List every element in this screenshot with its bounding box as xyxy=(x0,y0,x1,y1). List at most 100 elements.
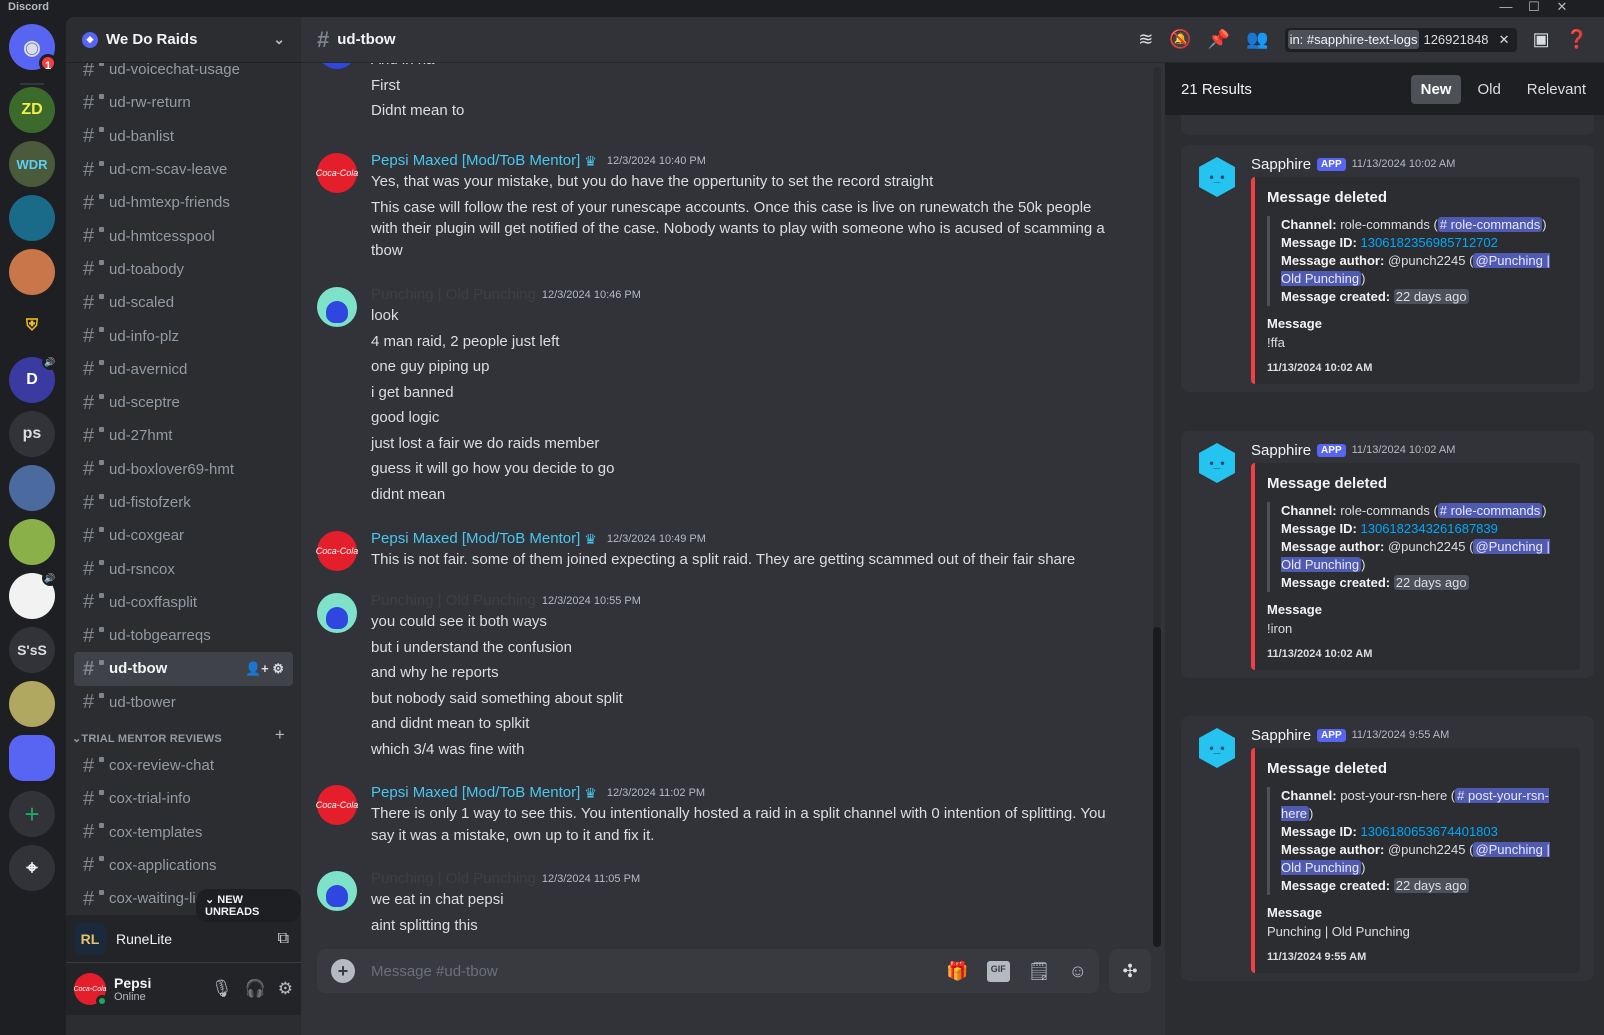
sapphire-bot-avatar[interactable]: •_• xyxy=(1199,157,1235,197)
channel-settings-gear-icon[interactable]: ⚙ xyxy=(272,661,284,676)
channel-item-ud-scaled[interactable]: # ud-scaled xyxy=(74,286,293,319)
attach-plus-icon[interactable]: + xyxy=(331,959,355,983)
server-trollface[interactable]: 🔊 xyxy=(9,570,58,619)
channel-item-ud-avernicd[interactable]: # ud-avernicd xyxy=(74,353,293,386)
sapphire-bot-avatar[interactable]: •_• xyxy=(1199,728,1235,768)
member-list-icon[interactable]: 👥 xyxy=(1246,29,1268,50)
channel-item-ud-rsncox[interactable]: # ud-rsncox xyxy=(74,552,293,585)
guild-header[interactable]: ◆ We Do Raids ⌄ xyxy=(66,17,301,63)
server-bird[interactable] xyxy=(9,249,55,295)
category-trial-mentor-reviews[interactable]: ⌄ TRIAL MENTOR REVIEWS + xyxy=(66,719,301,749)
user-settings-gear-icon[interactable]: ⚙ xyxy=(278,979,293,999)
channel-item-ud-sceptre[interactable]: # ud-sceptre xyxy=(74,386,293,419)
sticker-icon[interactable]: 🗒 xyxy=(1028,961,1051,982)
author-name[interactable]: Punching | Old Punching xyxy=(371,285,536,305)
close-window-button[interactable]: ✕ xyxy=(1548,0,1576,17)
clear-search-icon[interactable]: ✕ xyxy=(1499,32,1510,48)
maximize-button[interactable]: ☐ xyxy=(1520,0,1548,17)
channel-item-ud-hmtcesspool[interactable]: # ud-hmtcesspool xyxy=(74,219,293,252)
channel-item-ud-toabody[interactable]: # ud-toabody xyxy=(74,253,293,286)
channel-item-ud-hmtexp-friends[interactable]: # ud-hmtexp-friends xyxy=(74,186,293,219)
headphones-icon[interactable]: 🎧 xyxy=(245,979,266,999)
server-cat[interactable] xyxy=(9,465,55,511)
server-wdr[interactable]: WDR xyxy=(9,141,55,187)
channel-item-ud-coxgear[interactable]: # ud-coxgear xyxy=(74,519,293,552)
channel-item-ud-boxlover69-hmt[interactable]: # ud-boxlover69-hmt xyxy=(74,453,293,486)
channel-item-cox-templates[interactable]: # cox-templates xyxy=(74,816,293,849)
search-query[interactable]: 126921848 xyxy=(1423,32,1493,47)
author-name[interactable]: Pepsi Maxed [Mod/ToB Mentor] xyxy=(371,783,580,803)
channel-item-ud-tobgearreqs[interactable]: # ud-tobgearreqs xyxy=(74,619,293,652)
message-input[interactable] xyxy=(371,962,947,980)
gift-icon[interactable]: 🎁 xyxy=(946,961,968,982)
server-spartan[interactable]: ⛨ xyxy=(9,303,55,349)
channel-item-ud-banlist[interactable]: # ud-banlist xyxy=(74,120,293,153)
search-result[interactable]: •_• Sapphire APP 11/13/2024 10:02 AM Message… xyxy=(1181,431,1594,678)
search-result[interactable]: •_• Sapphire APP 11/13/2024 9:55 AM Message … xyxy=(1181,716,1594,981)
channel-item-cox-review-chat[interactable]: # cox-review-chat xyxy=(74,749,293,782)
author-avatar[interactable]: Coca‑Cola xyxy=(316,531,358,571)
gif-button[interactable]: GIF xyxy=(986,960,1010,982)
bot-name[interactable]: Sapphire xyxy=(1251,156,1311,173)
sort-tab-relevant[interactable]: Relevant xyxy=(1517,75,1596,104)
help-icon[interactable]: ❓ xyxy=(1566,29,1588,50)
message-id-link[interactable]: 1306180653674401803 xyxy=(1361,824,1498,839)
channel-item-ud-tbower[interactable]: # ud-tbower xyxy=(74,686,293,719)
server-frog[interactable] xyxy=(9,519,55,565)
server-folder[interactable] xyxy=(9,735,55,781)
sapphire-bot-avatar[interactable]: •_• xyxy=(1199,443,1235,483)
minimize-button[interactable]: — xyxy=(1492,0,1520,17)
channel-item-ud-fistofzerk[interactable]: # ud-fistofzerk xyxy=(74,486,293,519)
channel-item-cox-trial-info[interactable]: # cox-trial-info xyxy=(74,782,293,815)
channel-item-ud-cm-scav-leave[interactable]: # ud-cm-scav-leave xyxy=(74,153,293,186)
search-result[interactable]: •_• Sapphire APP 11/13/2024 10:02 AM Message… xyxy=(1181,145,1594,392)
bot-name[interactable]: Sapphire xyxy=(1251,442,1311,459)
author-name[interactable]: Punching | Old Punching xyxy=(371,869,536,889)
threads-icon[interactable]: ≋ xyxy=(1138,29,1153,50)
message-id-link[interactable]: 1306182343261687839 xyxy=(1361,521,1498,536)
channel-item-cox-applications[interactable]: # cox-applications xyxy=(74,849,293,882)
author-avatar[interactable] xyxy=(317,593,357,633)
channel-mention[interactable]: # role-commands xyxy=(1437,503,1543,518)
screen-share-icon[interactable]: ⧉ xyxy=(278,930,289,948)
create-channel-plus-icon[interactable]: + xyxy=(275,725,285,745)
author-name[interactable]: Punching | Old Punching xyxy=(371,591,536,611)
channel-item-ud-coxffasplit[interactable]: # ud-coxffasplit xyxy=(74,586,293,619)
notification-muted-icon[interactable]: 🔕 xyxy=(1169,29,1191,50)
author-name[interactable]: Pepsi Maxed [Mod/ToB Mentor] xyxy=(371,529,580,549)
author-avatar[interactable] xyxy=(317,63,357,69)
server-sss[interactable]: S'sS xyxy=(9,627,55,673)
add-server-button[interactable]: + xyxy=(9,791,55,837)
new-unreads-button[interactable]: ⌄ NEW UNREADS xyxy=(196,889,301,922)
pinned-messages-icon[interactable]: 📌 xyxy=(1208,29,1230,50)
author-avatar[interactable] xyxy=(317,871,357,911)
server-blue-monster[interactable] xyxy=(9,195,55,241)
channel-item-ud-27hmt[interactable]: # ud-27hmt xyxy=(74,419,293,452)
invite-icon[interactable]: 👤+ xyxy=(245,661,272,676)
discover-compass-icon[interactable]: ⌖ xyxy=(9,845,55,891)
author-avatar[interactable]: Coca‑Cola xyxy=(316,153,358,193)
server-ps[interactable]: ps xyxy=(9,411,55,457)
home-button[interactable]: ◉ 1 xyxy=(9,24,57,72)
channel-item-ud-tbow[interactable]: # ud-tbow 👤+ ⚙ xyxy=(74,652,293,686)
channel-mention[interactable]: # role-commands xyxy=(1437,217,1543,232)
server-trophy[interactable] xyxy=(9,681,55,727)
microphone-icon[interactable]: 🎙 xyxy=(211,979,233,999)
sort-tab-old[interactable]: Old xyxy=(1467,75,1510,104)
apps-icon[interactable]: ✣ xyxy=(1109,949,1151,993)
channel-item-ud-info-plz[interactable]: # ud-info-plz xyxy=(74,319,293,352)
message-id-link[interactable]: 1306182356985712702 xyxy=(1361,235,1498,250)
sort-tab-new[interactable]: New xyxy=(1410,74,1462,104)
bot-name[interactable]: Sapphire xyxy=(1251,727,1311,744)
scrollbar-thumb[interactable] xyxy=(1153,627,1161,947)
search-filter-chip[interactable]: in: #sapphire-text-logs xyxy=(1287,30,1420,49)
author-name[interactable]: Pepsi Maxed [Mod/ToB Mentor] xyxy=(371,151,580,171)
channel-item-ud-rw-return[interactable]: # ud-rw-return xyxy=(74,86,293,119)
search-input[interactable]: in: #sapphire-text-logs 126921848 ✕ xyxy=(1284,27,1517,52)
server-d[interactable]: D 🔊 xyxy=(9,354,58,403)
inbox-icon[interactable]: ▣ xyxy=(1533,29,1550,50)
author-avatar[interactable]: Coca‑Cola xyxy=(316,785,358,825)
server-zd[interactable]: ZD xyxy=(9,87,55,133)
user-avatar[interactable]: Coca‑Cola xyxy=(73,973,108,1007)
search-result-partial[interactable] xyxy=(1181,115,1594,135)
